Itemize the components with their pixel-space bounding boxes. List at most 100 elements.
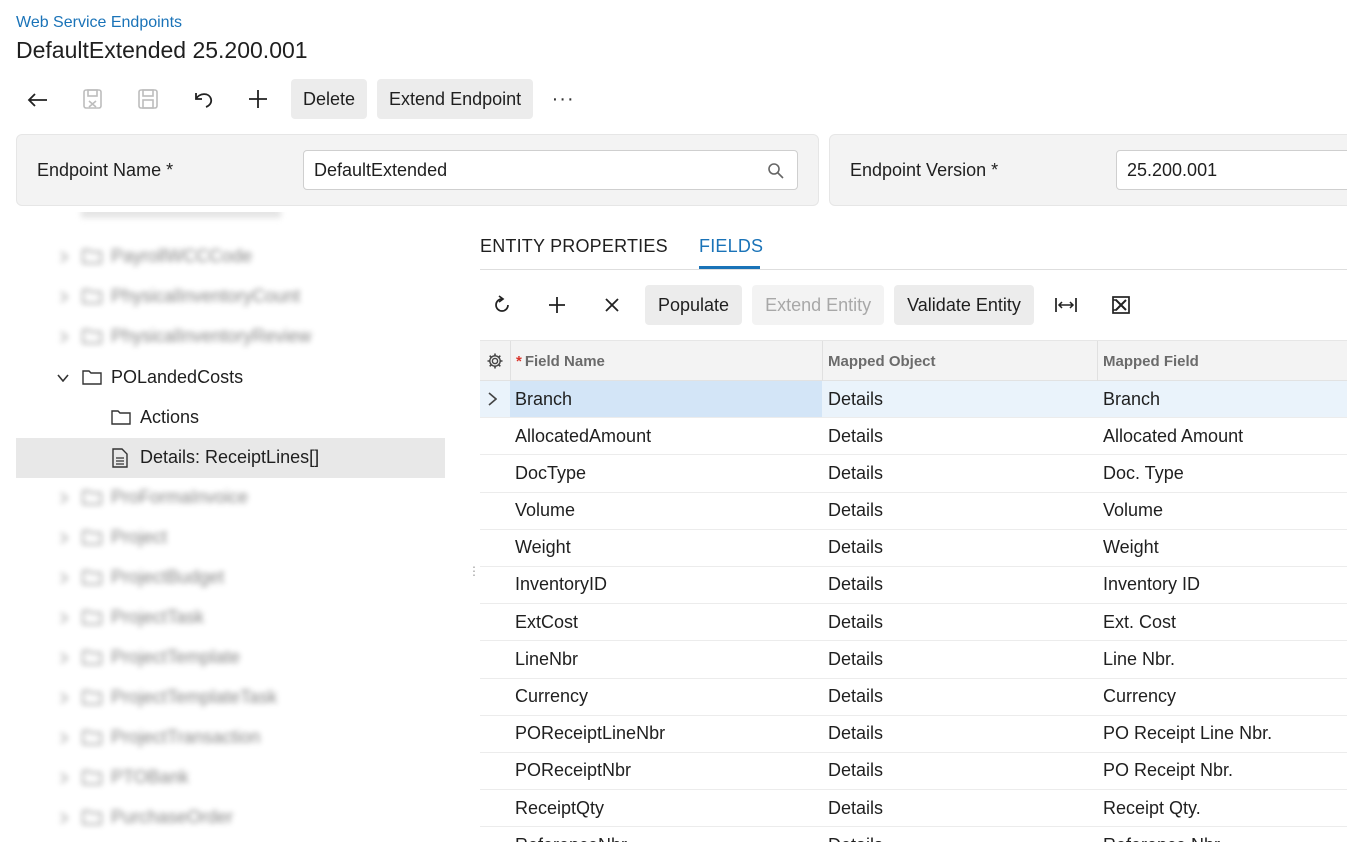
tree-node[interactable]: ProjectTransaction <box>16 718 445 758</box>
tree-node[interactable]: PayrollWCCCode <box>16 237 445 277</box>
tree-node[interactable]: Project <box>16 518 445 558</box>
chevron-right-icon[interactable] <box>58 692 70 704</box>
cell-mapped-object[interactable]: Details <box>823 753 1097 789</box>
chevron-right-icon[interactable] <box>58 331 70 343</box>
tree-node[interactable]: ProjectTemplate <box>16 638 445 678</box>
table-row[interactable]: POReceiptLineNbr Details PO Receipt Line… <box>480 716 1347 753</box>
cell-mapped-object[interactable]: Details <box>823 827 1097 842</box>
chevron-right-icon[interactable] <box>58 492 70 504</box>
save-icon[interactable] <box>126 79 170 119</box>
cell-field-name[interactable]: DocType <box>510 455 822 491</box>
chevron-right-icon[interactable] <box>58 572 70 584</box>
cell-field-name[interactable]: Weight <box>510 530 822 566</box>
delete-button[interactable]: Delete <box>291 79 368 119</box>
cell-field-name[interactable]: ReferenceNbr <box>510 827 822 842</box>
cell-field-name[interactable]: POReceiptNbr <box>510 753 822 789</box>
cell-mapped-field[interactable]: Doc. Type <box>1098 455 1347 491</box>
extend-endpoint-button[interactable]: Extend Endpoint <box>377 79 534 119</box>
export-excel-icon[interactable] <box>1099 285 1143 325</box>
chevron-right-icon[interactable] <box>58 812 70 824</box>
tree-node-polandedcosts[interactable]: POLandedCosts <box>16 358 445 398</box>
breadcrumb[interactable]: Web Service Endpoints <box>16 14 182 32</box>
tree-node[interactable]: ProjectBudget <box>16 558 445 598</box>
splitter-handle[interactable]: ⋮ <box>468 565 480 588</box>
tree-node-actions[interactable]: Actions <box>16 398 445 438</box>
table-row[interactable]: InventoryID Details Inventory ID <box>480 567 1347 605</box>
cell-field-name[interactable]: Volume <box>510 493 822 529</box>
fit-columns-icon[interactable] <box>1044 285 1088 325</box>
tree-node[interactable]: ProjectTemplateTask <box>16 678 445 718</box>
cell-mapped-field[interactable]: Ext. Cost <box>1098 604 1347 640</box>
undo-icon[interactable] <box>181 79 225 119</box>
table-row[interactable]: LineNbr Details Line Nbr. <box>480 641 1347 679</box>
refresh-icon[interactable] <box>480 285 524 325</box>
cell-field-name[interactable]: InventoryID <box>510 567 822 603</box>
cell-mapped-object[interactable]: Details <box>823 716 1097 752</box>
delete-row-icon[interactable] <box>590 285 634 325</box>
chevron-right-icon[interactable] <box>58 251 70 263</box>
endpoint-version-field[interactable]: 25.200.001 <box>1116 150 1347 190</box>
cell-mapped-object[interactable]: Details <box>823 381 1097 417</box>
table-row[interactable]: POReceiptNbr Details PO Receipt Nbr. <box>480 753 1347 791</box>
cell-mapped-field[interactable]: Inventory ID <box>1098 567 1347 603</box>
more-actions-button[interactable]: ··· <box>543 79 583 119</box>
cell-mapped-field[interactable]: Volume <box>1098 493 1347 529</box>
table-row[interactable]: DocType Details Doc. Type <box>480 455 1347 493</box>
cell-field-name[interactable]: ReceiptQty <box>510 790 822 826</box>
table-row[interactable]: ReceiptQty Details Receipt Qty. <box>480 790 1347 828</box>
tab-fields[interactable]: FIELDS <box>699 236 763 257</box>
table-row[interactable]: Weight Details Weight <box>480 530 1347 567</box>
cell-mapped-field[interactable]: Receipt Qty. <box>1098 790 1347 826</box>
search-icon[interactable] <box>767 162 785 180</box>
chevron-right-icon[interactable] <box>58 532 70 544</box>
cell-mapped-field[interactable]: Allocated Amount <box>1098 418 1347 454</box>
cell-field-name[interactable]: Currency <box>510 679 822 715</box>
tree-node[interactable]: PurchaseOrder <box>16 798 445 838</box>
populate-button[interactable]: Populate <box>645 285 743 325</box>
cell-mapped-object[interactable]: Details <box>823 790 1097 826</box>
chevron-right-icon[interactable] <box>480 381 510 417</box>
tree-node[interactable]: PhysicalInventoryReview <box>16 317 445 357</box>
tree-node[interactable] <box>16 212 445 238</box>
cell-mapped-object[interactable]: Details <box>823 418 1097 454</box>
tab-entity-properties[interactable]: ENTITY PROPERTIES <box>480 236 668 257</box>
cell-mapped-field[interactable]: PO Receipt Line Nbr. <box>1098 716 1347 752</box>
tree-node[interactable]: PTOBank <box>16 758 445 798</box>
back-icon[interactable] <box>16 79 60 119</box>
chevron-right-icon[interactable] <box>58 291 70 303</box>
cell-mapped-field[interactable]: Weight <box>1098 530 1347 566</box>
cell-mapped-object[interactable]: Details <box>823 530 1097 566</box>
chevron-right-icon[interactable] <box>58 612 70 624</box>
column-header-mapped-field[interactable]: Mapped Field <box>1097 341 1347 381</box>
tree-node[interactable]: ProFormaInvoice <box>16 478 445 518</box>
cell-mapped-field[interactable]: PO Receipt Nbr. <box>1098 753 1347 789</box>
add-row-icon[interactable] <box>535 285 579 325</box>
table-row[interactable]: ReferenceNbr Details Reference Nbr. <box>480 827 1347 842</box>
tree-node-details[interactable]: Details: ReceiptLines[] <box>16 438 445 478</box>
cell-mapped-object[interactable]: Details <box>823 641 1097 677</box>
cell-mapped-object[interactable]: Details <box>823 493 1097 529</box>
cell-field-name[interactable]: LineNbr <box>510 641 822 677</box>
table-row[interactable]: Currency Details Currency <box>480 679 1347 716</box>
cell-mapped-field[interactable]: Currency <box>1098 679 1347 715</box>
table-row[interactable]: ExtCost Details Ext. Cost <box>480 604 1347 642</box>
cell-field-name[interactable]: AllocatedAmount <box>510 418 822 454</box>
cell-mapped-field[interactable]: Branch <box>1098 381 1347 417</box>
chevron-down-icon[interactable] <box>57 372 69 384</box>
cell-mapped-field[interactable]: Line Nbr. <box>1098 641 1347 677</box>
gear-icon[interactable] <box>480 341 510 381</box>
cell-field-name[interactable]: Branch <box>510 381 822 417</box>
cell-mapped-object[interactable]: Details <box>823 567 1097 603</box>
cell-field-name[interactable]: POReceiptLineNbr <box>510 716 822 752</box>
extend-entity-button[interactable]: Extend Entity <box>752 285 885 325</box>
cell-mapped-object[interactable]: Details <box>823 604 1097 640</box>
tree-node[interactable]: ProjectTask <box>16 598 445 638</box>
cell-mapped-field[interactable]: Reference Nbr. <box>1098 827 1347 842</box>
save-close-icon[interactable] <box>71 79 115 119</box>
cell-mapped-object[interactable]: Details <box>823 455 1097 491</box>
chevron-right-icon[interactable] <box>58 772 70 784</box>
column-header-mapped-object[interactable]: Mapped Object <box>822 341 1098 381</box>
chevron-right-icon[interactable] <box>58 732 70 744</box>
column-header-field-name[interactable]: * Field Name <box>510 341 823 381</box>
tree-node[interactable]: PhysicalInventoryCount <box>16 277 445 317</box>
